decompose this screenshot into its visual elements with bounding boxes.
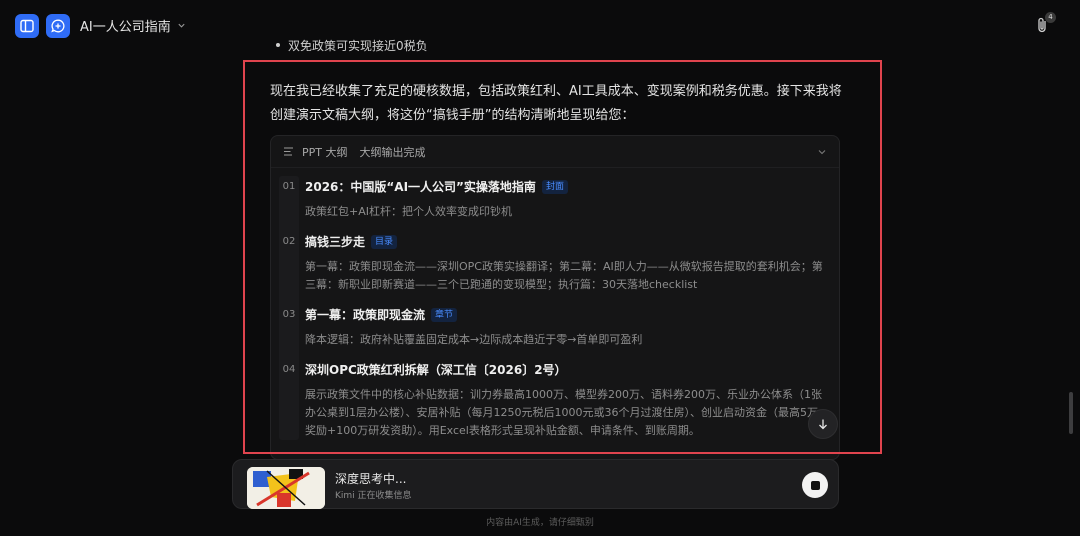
item-title-text: 第一幕：政策即现金流 xyxy=(305,308,426,322)
item-desc: 降本逻辑：政府补贴覆盖固定成本→边际成本趋近于零→首单即可盈利 xyxy=(305,333,643,346)
outline-item: 04 深圳OPC政策红利拆解（深工信〔2026〕2号） 展示政策文件中的核心补贴… xyxy=(271,361,839,440)
arrow-down-icon xyxy=(819,419,827,430)
outline-header[interactable]: PPT 大纲 大纲输出完成 xyxy=(271,136,839,168)
chat-title: AI一人公司指南 xyxy=(80,20,171,35)
status-subtitle: Kimi 正在收集信息 xyxy=(335,491,412,501)
new-chat-icon xyxy=(51,19,65,33)
item-desc: 政策红包+AI杠杆：把个人效率变成印钞机 xyxy=(305,205,512,218)
item-tag: 目录 xyxy=(371,235,398,249)
item-title-text: 深圳OPC政策红利拆解（深工信〔2026〕2号） xyxy=(305,363,567,377)
outline-items: 01 2026：中国版“AI一人公司”实操落地指南 封面 政策红包+AI杠杆：把… xyxy=(271,168,839,440)
previous-bullet-text: 双免政策可实现接近0税负 xyxy=(288,38,428,53)
sidebar-icon xyxy=(20,19,34,33)
generation-status-bar: 深度思考中... Kimi 正在收集信息 xyxy=(232,459,839,509)
item-number: 02 xyxy=(282,236,296,247)
outline-status: 大纲输出完成 xyxy=(359,145,426,159)
top-bar: AI一人公司指南 4 xyxy=(0,0,1080,50)
item-title-text: 2026：中国版“AI一人公司”实操落地指南 xyxy=(305,180,536,194)
outline-item: 02 搞钱三步走 目录 第一幕：政策即现金流——深圳OPC政策实操翻译；第二幕：… xyxy=(271,233,839,294)
slide-thumbnail xyxy=(247,467,325,509)
page-scrollbar[interactable] xyxy=(1069,392,1073,434)
item-title: 2026：中国版“AI一人公司”实操落地指南 封面 xyxy=(305,178,823,196)
item-title-text: 搞钱三步走 xyxy=(305,235,366,249)
item-tag: 封面 xyxy=(541,180,568,194)
bullet-dot xyxy=(276,43,280,47)
ai-disclaimer: 内容由AI生成，请仔细甄别 xyxy=(486,518,594,528)
item-title: 第一幕：政策即现金流 章节 xyxy=(305,306,823,324)
previous-bullet: 双免政策可实现接近0税负 xyxy=(276,38,428,52)
assistant-message: 现在我已经收集了充足的硬核数据，包括政策红利、AI工具成本、变现案例和税务优惠。… xyxy=(270,84,842,123)
ppt-outline-card: PPT 大纲 大纲输出完成 01 2026：中国版“AI一人公司”实操落地指南 … xyxy=(270,135,840,460)
stop-icon xyxy=(810,480,820,490)
list-icon xyxy=(284,147,293,156)
abstract-art-icon xyxy=(247,467,325,509)
item-desc: 展示政策文件中的核心补贴数据：训力券最高1000万、模型券200万、语料券200… xyxy=(305,388,822,437)
outline-item: 01 2026：中国版“AI一人公司”实操落地指南 封面 政策红包+AI杠杆：把… xyxy=(271,178,839,221)
outline-label: PPT 大纲 xyxy=(302,145,348,159)
item-number: 01 xyxy=(282,181,296,192)
attachments-count-badge: 4 xyxy=(1045,12,1056,23)
item-tag: 章节 xyxy=(431,308,458,322)
item-number: 04 xyxy=(282,364,296,375)
scroll-to-bottom-button[interactable] xyxy=(808,409,838,439)
item-title: 搞钱三步走 目录 xyxy=(305,233,823,251)
chat-title-dropdown[interactable]: AI一人公司指南 xyxy=(80,16,186,35)
item-number: 03 xyxy=(282,309,296,320)
item-desc: 第一幕：政策即现金流——深圳OPC政策实操翻译；第二幕：AI即人力——从微软报告… xyxy=(305,260,823,291)
chevron-down-icon xyxy=(178,23,185,28)
status-title: 深度思考中... xyxy=(335,472,407,486)
chevron-down-icon[interactable] xyxy=(817,147,827,157)
sidebar-toggle-button[interactable] xyxy=(15,14,39,38)
outline-item: 03 第一幕：政策即现金流 章节 降本逻辑：政府补贴覆盖固定成本→边际成本趋近于… xyxy=(271,306,839,349)
stop-generation-button[interactable] xyxy=(802,472,828,498)
new-chat-button[interactable] xyxy=(46,14,70,38)
item-title: 深圳OPC政策红利拆解（深工信〔2026〕2号） xyxy=(305,361,823,379)
